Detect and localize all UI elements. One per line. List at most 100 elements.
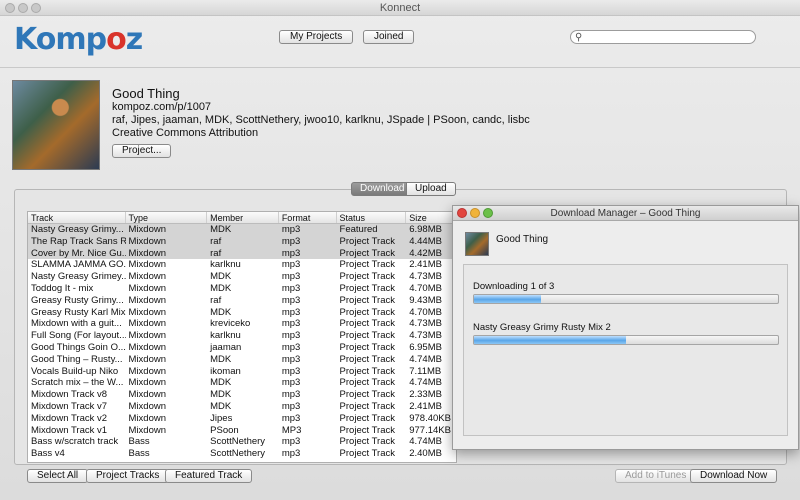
cell-status: Project Track [339, 235, 395, 247]
table-row[interactable]: Nasty Greasy Grimey... Mixdown MDK mp3 Proje… [28, 271, 456, 283]
table-row[interactable]: Mixdown Track v2 Mixdown Jipes mp3 Project T… [28, 413, 456, 425]
cell-status: Project Track [339, 365, 395, 377]
column-header-type[interactable]: Type [126, 212, 208, 223]
table-row[interactable]: Mixdown with a guit... Mixdown kreviceko mp… [28, 318, 456, 330]
window-titlebar: Konnect [0, 0, 800, 16]
download-manager-window: Download Manager – Good Thing Good Thing… [452, 205, 799, 450]
column-header-size[interactable]: Size [406, 212, 456, 223]
window-title: Konnect [379, 2, 421, 14]
cell-status: Project Track [339, 318, 395, 330]
my-projects-button[interactable]: My Projects [279, 30, 354, 44]
cell-format: mp3 [281, 448, 301, 460]
close-icon[interactable] [457, 208, 467, 218]
table-row[interactable]: Mixdown Track v1 Mixdown PSoon MP3 Project T… [28, 425, 456, 437]
column-header-member[interactable]: Member [207, 212, 279, 223]
cell-status: Project Track [339, 271, 395, 283]
minimize-window-icon[interactable] [18, 3, 28, 13]
table-row[interactable]: Full Song (For layout... Mixdown karlknu mp… [28, 330, 456, 342]
cell-status: Featured [339, 224, 378, 235]
table-row[interactable]: SLAMMA JAMMA GO... Mixdown karlknu mp3 Proje… [28, 259, 456, 271]
tracks-table[interactable]: Track Type Member Format Status Size Nas… [27, 211, 457, 463]
add-to-itunes-button[interactable]: Add to iTunes [615, 469, 697, 483]
project-license: Creative Commons Attribution [112, 127, 259, 139]
cell-format: mp3 [281, 412, 301, 424]
column-header-track[interactable]: Track [28, 212, 126, 223]
table-row[interactable]: The Rap Track Sans RapMixdown raf mp3 Proje… [28, 235, 456, 248]
cell-format: mp3 [281, 294, 301, 306]
file-progress-label: Nasty Greasy Grimy Rusty Mix 2 [473, 322, 611, 333]
header-divider [0, 67, 800, 68]
cell-size: 4.70MB [409, 306, 442, 318]
cell-status: Project Track [339, 436, 395, 448]
column-header-format[interactable]: Format [279, 212, 337, 223]
cell-track: SLAMMA JAMMA GO... [31, 259, 126, 271]
download-now-button[interactable]: Download Now [690, 469, 778, 483]
cell-type: Mixdown [128, 259, 167, 271]
cell-size: 4.74MB [409, 353, 442, 365]
table-row[interactable]: Good Things Goin O... Mixdown jaaman mp3 Pro… [28, 342, 456, 354]
cell-track: Cover by Mr. Nice Gu... [31, 247, 126, 259]
search-field[interactable]: ⚲ [570, 30, 756, 44]
zoom-icon[interactable] [483, 208, 493, 218]
cell-format: mp3 [281, 400, 301, 412]
table-row[interactable]: Vocals Build-up Niko Mixdown ikoman mp3 Proj… [28, 366, 456, 378]
cell-member: MDK [210, 377, 232, 389]
project-tracks-button[interactable]: Project Tracks [86, 469, 170, 483]
featured-track-button[interactable]: Featured Track [165, 469, 253, 483]
table-row[interactable]: Bass v4 Bass ScottNethery mp3 Project Track 2… [28, 448, 456, 460]
cell-format: mp3 [281, 235, 301, 247]
cell-track: Good Things Goin O... [31, 341, 126, 353]
cell-size: 2.41MB [409, 400, 442, 412]
cell-member: jaaman [210, 341, 242, 353]
cell-status: Project Track [339, 259, 395, 271]
table-row[interactable]: Bass w/scratch track Bass ScottNethery mp3 P… [28, 436, 456, 448]
cell-format: mp3 [281, 330, 301, 342]
cell-type: Mixdown [128, 247, 167, 259]
select-all-button[interactable]: Select All [27, 469, 89, 483]
cell-size: 2.41MB [409, 259, 442, 271]
cell-size: 6.98MB [409, 224, 442, 235]
table-row[interactable]: Mixdown Track v7 Mixdown MDK mp3 Project Tra… [28, 401, 456, 413]
tab-upload[interactable]: Upload [406, 182, 456, 196]
cell-track: Mixdown Track v1 [31, 424, 108, 436]
cell-size: 2.33MB [409, 389, 442, 401]
cell-status: Project Track [339, 306, 395, 318]
table-row[interactable]: Toddog It - mix Mixdown MDK mp3 Project Trac… [28, 283, 456, 295]
tab-download[interactable]: Download [351, 182, 414, 196]
cell-track: Mixdown with a guit... [31, 318, 122, 330]
cell-type: Mixdown [128, 306, 167, 318]
cell-track: The Rap Track Sans Rap [31, 235, 126, 247]
zoom-window-icon[interactable] [31, 3, 41, 13]
table-row[interactable]: Good Thing – Rusty... Mixdown MDK mp3 Projec… [28, 354, 456, 366]
table-row[interactable]: Mixdown Track v8 Mixdown MDK mp3 Project Tra… [28, 389, 456, 401]
close-window-icon[interactable] [5, 3, 15, 13]
cell-format: mp3 [281, 436, 301, 448]
column-header-status[interactable]: Status [337, 212, 407, 223]
cell-type: Mixdown [128, 412, 167, 424]
table-row[interactable]: Greasy Rusty Karl Mix Mixdown MDK mp3 Projec… [28, 307, 456, 319]
kompoz-logo: Kompoz [14, 22, 143, 57]
project-members: raf, Jipes, jaaman, MDK, ScottNethery, j… [112, 114, 530, 126]
cell-type: Mixdown [128, 235, 167, 247]
table-row[interactable]: Greasy Rusty Grimy... Mixdown raf mp3 Projec… [28, 295, 456, 307]
table-row[interactable]: Nasty Greasy Grimy... Mixdown MDK mp3 Featur… [28, 224, 456, 236]
cell-member: raf [210, 294, 222, 306]
cell-member: Jipes [210, 412, 233, 424]
minimize-icon[interactable] [470, 208, 480, 218]
download-progress-box: Downloading 1 of 3 Nasty Greasy Grimy Ru… [463, 264, 788, 436]
joined-button[interactable]: Joined [363, 30, 415, 44]
cell-track: Greasy Rusty Karl Mix [31, 306, 126, 318]
table-row[interactable]: Scratch mix – the W... Mixdown MDK mp3 Proje… [28, 377, 456, 389]
cell-size: 4.44MB [409, 235, 442, 247]
cell-format: mp3 [281, 377, 301, 389]
project-artwork [12, 80, 100, 170]
cell-format: MP3 [281, 424, 302, 436]
project-button[interactable]: Project... [112, 144, 172, 158]
table-header: Track Type Member Format Status Size [28, 212, 456, 224]
table-row[interactable]: Cover by Mr. Nice Gu... Mixdown raf mp3 Proj… [28, 247, 456, 260]
cell-format: mp3 [281, 224, 301, 235]
cell-type: Mixdown [128, 353, 167, 365]
project-url[interactable]: kompoz.com/p/1007 [112, 101, 211, 113]
cell-track: Mixdown Track v7 [31, 400, 108, 412]
cell-track: Full Song (For layout... [31, 330, 126, 342]
